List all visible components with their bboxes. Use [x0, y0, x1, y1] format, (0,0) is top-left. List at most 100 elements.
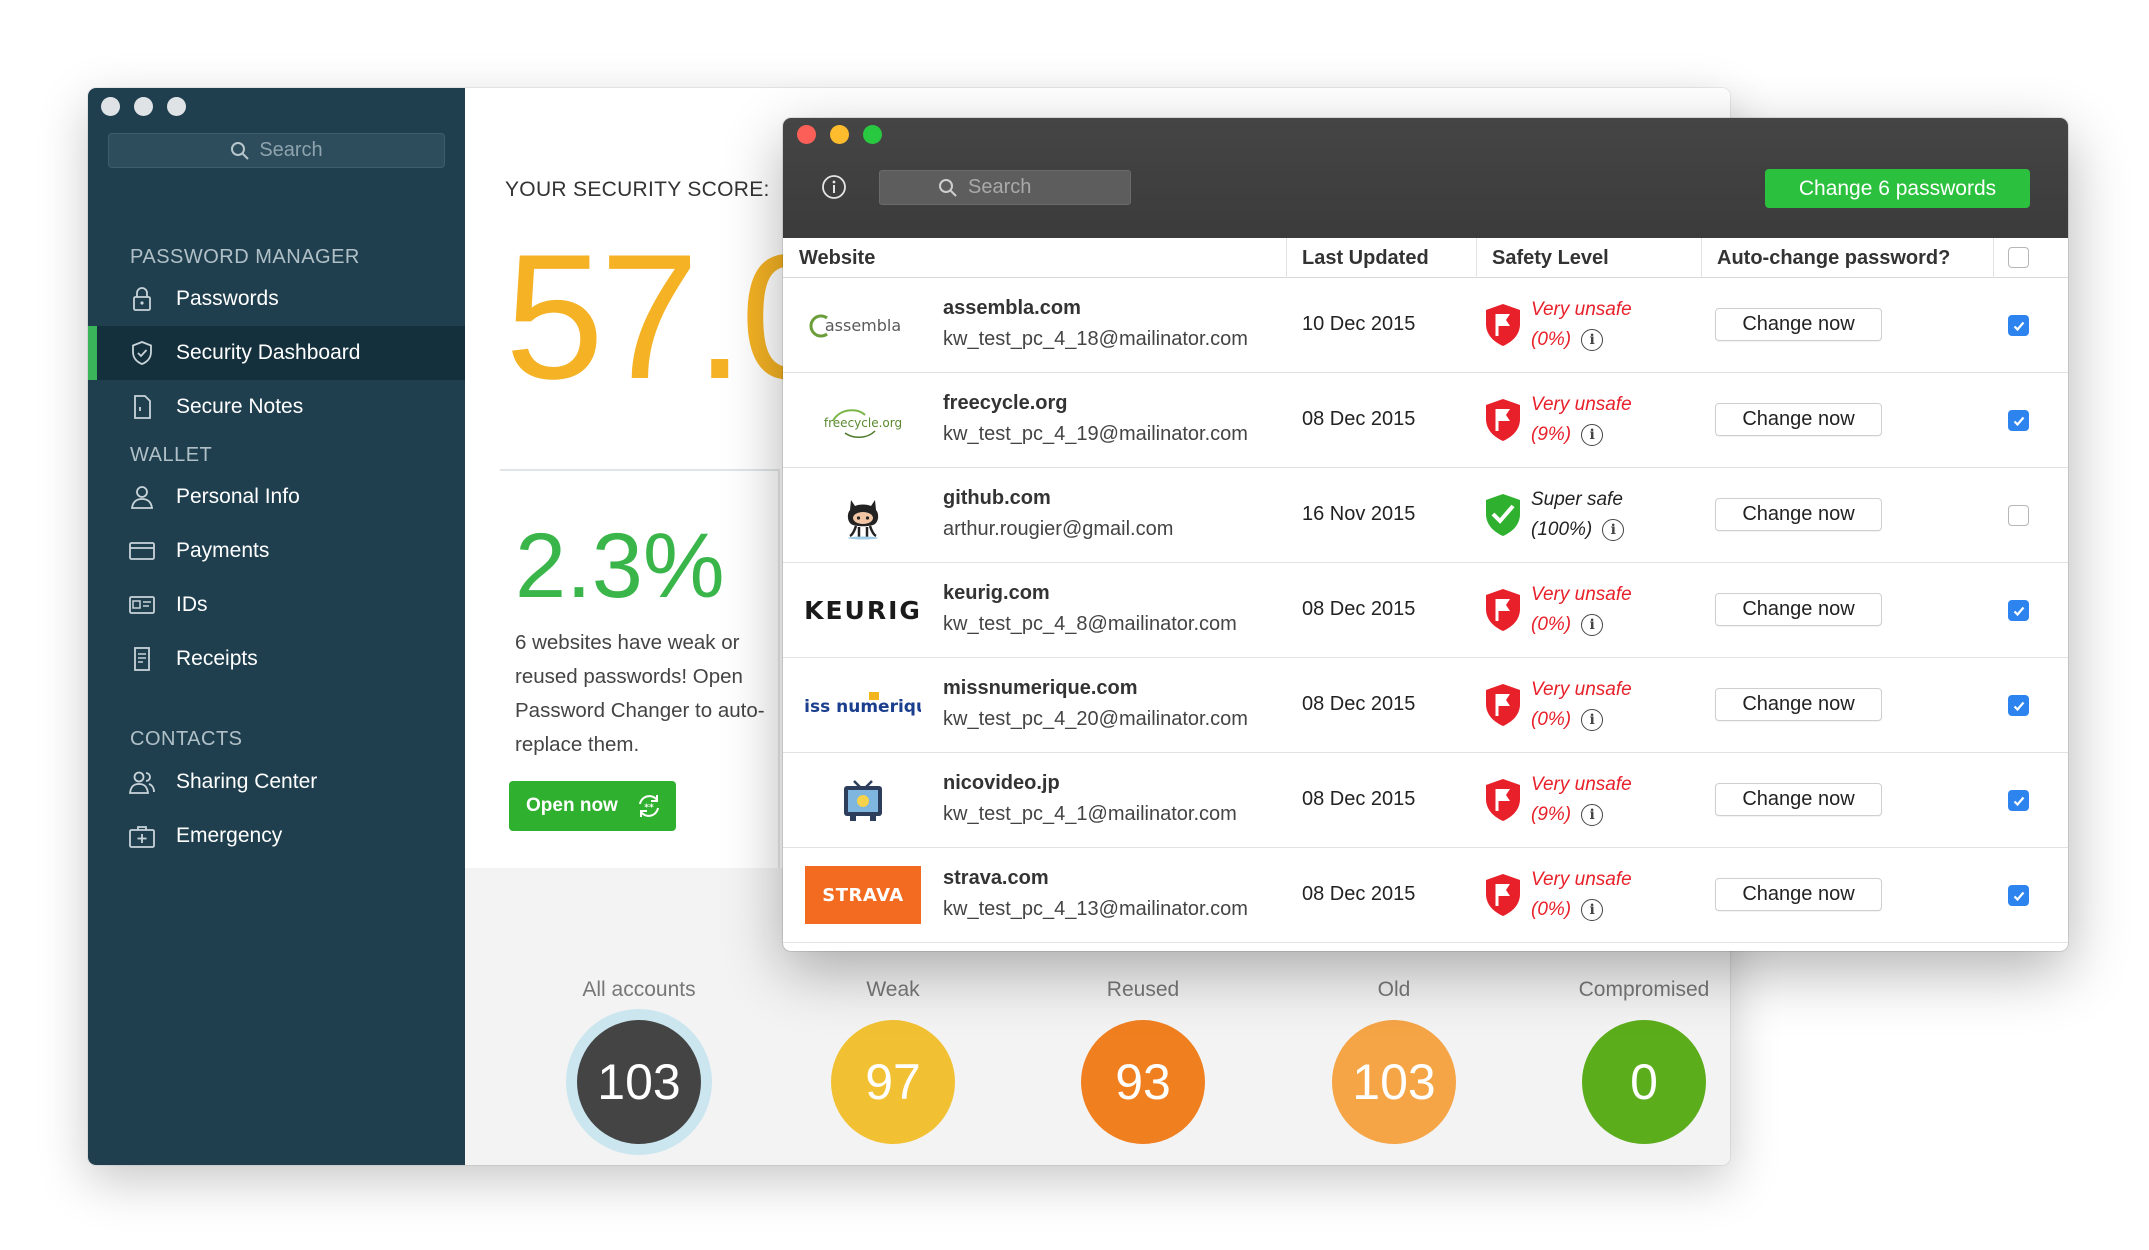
stat-old[interactable]: Old 103	[1294, 978, 1494, 1144]
stat-count: 0	[1582, 1020, 1706, 1144]
sidebar-item-label: Emergency	[176, 824, 283, 847]
stat-reused[interactable]: Reused 93	[1043, 978, 1243, 1144]
column-header-website[interactable]: Website	[799, 238, 875, 278]
auto-change-checkbox[interactable]	[2008, 790, 2029, 811]
safety-level: Very unsafe (0%) i	[1531, 675, 1632, 735]
change-passwords-button[interactable]: Change 6 passwords	[1765, 169, 2030, 208]
table-row[interactable]: nicovideo.jp kw_test_pc_4_1@mailinator.c…	[783, 753, 2068, 848]
change-now-button[interactable]: Change now	[1715, 688, 1882, 721]
safety-level: Very unsafe (0%) i	[1531, 865, 1632, 925]
sidebar-item-personal-info[interactable]: Personal Info	[88, 470, 465, 524]
sidebar-item-label: IDs	[176, 593, 208, 616]
note-icon	[134, 395, 151, 419]
minimize-window-button[interactable]	[830, 125, 849, 144]
change-now-button[interactable]: Change now	[1715, 498, 1882, 531]
auto-change-checkbox[interactable]	[2008, 695, 2029, 716]
unsafe-shield-icon	[1483, 872, 1523, 923]
lock-icon	[133, 287, 151, 311]
stat-all-accounts[interactable]: All accounts 103	[539, 978, 739, 1144]
sidebar-item-secure-notes[interactable]: Secure Notes	[88, 380, 465, 434]
auto-change-checkbox[interactable]	[2008, 410, 2029, 431]
table-row[interactable]: github.com arthur.rougier@gmail.com 16 N…	[783, 468, 2068, 563]
info-icon[interactable]: i	[1581, 709, 1604, 731]
table-row[interactable]: assembla assembla.com kw_test_pc_4_18@ma…	[783, 278, 2068, 373]
column-header-auto-change[interactable]: Auto-change password?	[1717, 238, 1950, 278]
info-button[interactable]	[821, 174, 847, 205]
changer-toolbar: Search Change 6 passwords	[783, 118, 2068, 238]
safety-percent: (100%)	[1531, 519, 1593, 540]
sidebar-item-passwords[interactable]: Passwords	[88, 272, 465, 326]
sidebar-item-payments[interactable]: Payments	[88, 524, 465, 578]
sidebar-item-security-dashboard[interactable]: Security Dashboard	[88, 326, 465, 380]
safety-percent: (0%)	[1531, 329, 1572, 350]
table-row[interactable]: freecycle.org freecycle.org kw_test_pc_4…	[783, 373, 2068, 468]
sharing-icon	[128, 771, 155, 794]
stat-label: Compromised	[1578, 978, 1710, 1001]
change-now-button[interactable]: Change now	[1715, 783, 1882, 816]
column-header-safety-level[interactable]: Safety Level	[1492, 238, 1609, 278]
sidebar-search-input[interactable]: Search	[108, 133, 445, 168]
sidebar-item-sharing-center[interactable]: Sharing Center	[88, 755, 465, 809]
open-password-changer-button[interactable]: Open now **	[509, 781, 676, 831]
info-icon[interactable]: i	[1581, 424, 1604, 446]
table-row[interactable]: miss numerique missnumerique.com kw_test…	[783, 658, 2068, 753]
sidebar-item-receipts[interactable]: Receipts	[88, 632, 465, 686]
last-updated-date: 08 Dec 2015	[1302, 883, 1416, 905]
info-icon[interactable]: i	[1581, 899, 1604, 921]
minimize-window-button[interactable]	[134, 97, 153, 116]
person-icon	[130, 486, 154, 509]
safety-level: Very unsafe (9%) i	[1531, 770, 1632, 830]
close-window-button[interactable]	[797, 125, 816, 144]
stat-label: Old	[1377, 978, 1411, 1001]
column-separator	[1701, 238, 1702, 278]
checkmark-icon	[2013, 606, 2024, 616]
table-row[interactable]: STRAVA strava.com kw_test_pc_4_13@mailin…	[783, 848, 2068, 943]
changer-search-input[interactable]: Search	[879, 170, 1131, 205]
unsafe-shield-icon	[1483, 777, 1523, 828]
info-icon[interactable]: i	[1581, 329, 1604, 351]
stat-compromised[interactable]: Compromised 0	[1544, 978, 1730, 1144]
sidebar-item-emergency[interactable]: Emergency	[88, 809, 465, 863]
auto-change-checkbox[interactable]	[2008, 885, 2029, 906]
safety-percent: (0%)	[1531, 899, 1572, 920]
sidebar-search-placeholder: Search	[259, 139, 323, 161]
receipt-icon	[134, 647, 150, 671]
info-icon[interactable]: i	[1581, 614, 1604, 636]
change-now-button[interactable]: Change now	[1715, 403, 1882, 436]
freecycle-logo-text: freecycle.org	[824, 416, 902, 430]
auto-change-checkbox[interactable]	[2008, 315, 2029, 336]
auto-change-checkbox[interactable]	[2008, 505, 2029, 526]
id-card-icon	[129, 596, 155, 614]
auto-change-checkbox[interactable]	[2008, 600, 2029, 621]
change-now-button[interactable]: Change now	[1715, 593, 1882, 626]
safety-label: Super safe	[1531, 489, 1623, 510]
shield-icon	[132, 341, 152, 365]
select-all-checkbox[interactable]	[2008, 247, 2029, 268]
change-now-button[interactable]: Change now	[1715, 878, 1882, 911]
info-icon[interactable]: i	[1602, 519, 1625, 541]
table-row[interactable]: KEURIG keurig.com kw_test_pc_4_8@mailina…	[783, 563, 2068, 658]
svg-text:**: **	[644, 803, 654, 813]
safety-level: Very unsafe (9%) i	[1531, 390, 1632, 450]
sidebar-item-label: Receipts	[176, 647, 258, 670]
section-password-manager: PASSWORD MANAGER	[130, 246, 360, 268]
sidebar-item-ids[interactable]: IDs	[88, 578, 465, 632]
changer-search-placeholder: Search	[968, 176, 1032, 198]
checkmark-icon	[2013, 321, 2024, 331]
site-name: keurig.com	[943, 582, 1050, 604]
zoom-window-button[interactable]	[863, 125, 882, 144]
close-window-button[interactable]	[101, 97, 120, 116]
site-name: nicovideo.jp	[943, 772, 1060, 794]
safety-percent: (0%)	[1531, 614, 1572, 635]
sidebar-item-label: Passwords	[176, 287, 279, 310]
column-header-last-updated[interactable]: Last Updated	[1302, 238, 1429, 278]
safety-level: Very unsafe (0%) i	[1531, 295, 1632, 355]
safety-percent: (0%)	[1531, 709, 1572, 730]
info-icon[interactable]: i	[1581, 804, 1604, 826]
safety-level: Very unsafe (0%) i	[1531, 580, 1632, 640]
change-now-button[interactable]: Change now	[1715, 308, 1882, 341]
unsafe-shield-icon	[1483, 682, 1523, 733]
zoom-window-button[interactable]	[167, 97, 186, 116]
stat-weak[interactable]: Weak 97	[793, 978, 993, 1144]
search-icon	[231, 141, 250, 160]
